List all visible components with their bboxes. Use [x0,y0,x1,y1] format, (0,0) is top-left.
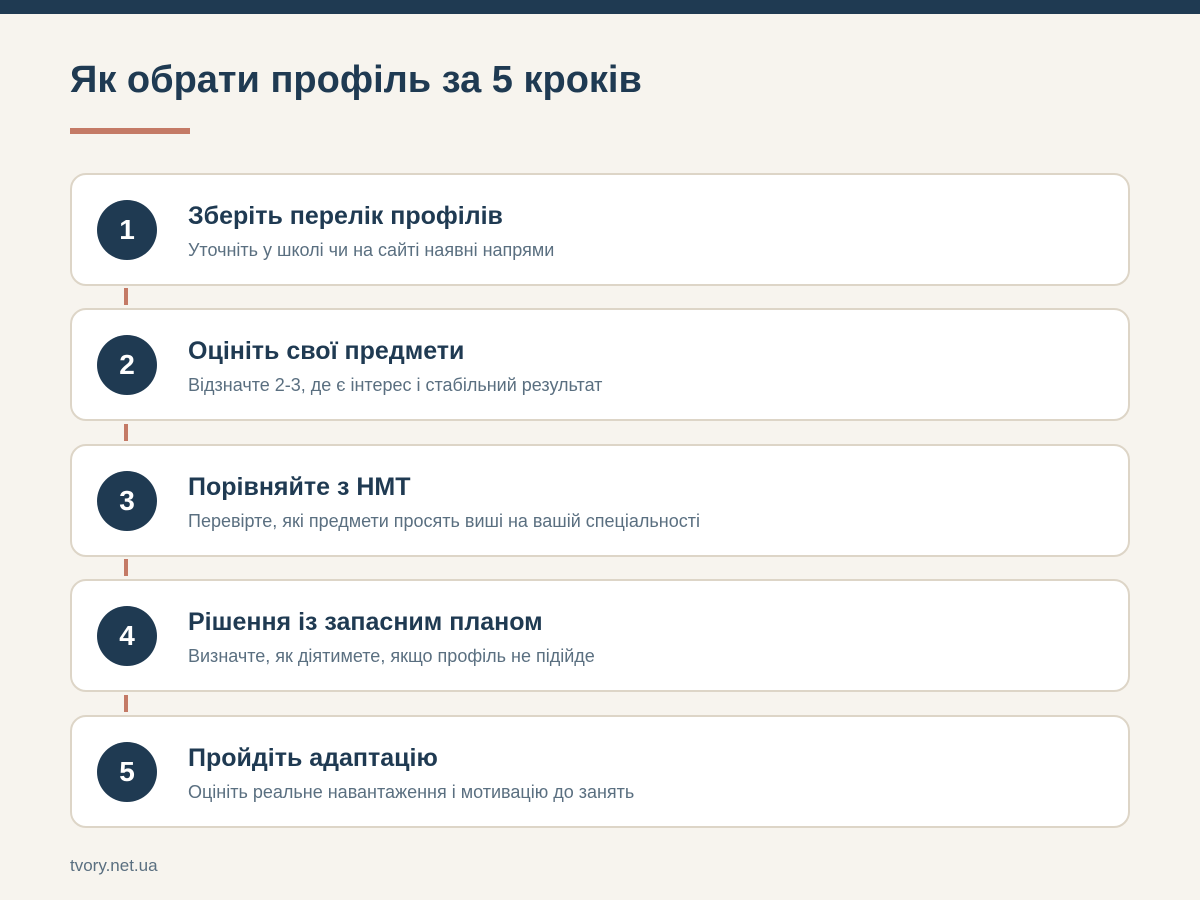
step-description: Перевірте, які предмети просять виші на … [188,511,700,531]
step-title: Рішення із запасним планом [188,608,543,636]
footer-site-name: tvory.net.ua [70,856,158,875]
step-card-1: 1 Зберіть перелік профілів Уточніть у шк… [70,173,1130,286]
title-underline [70,128,190,134]
step-card-5: 5 Пройдіть адаптацію Оцініть реальне нав… [70,715,1130,828]
step-number-badge: 4 [97,606,157,666]
step-card-2: 2 Оцініть свої предмети Відзначте 2-3, д… [70,308,1130,421]
header-bar [0,0,1200,14]
step-number-badge: 3 [97,471,157,531]
step-description: Визначте, як діятимете, якщо профіль не … [188,646,595,666]
step-title: Порівняйте з НМТ [188,473,411,501]
step-description: Уточніть у школі чи на сайті наявні напр… [188,240,555,260]
step-connector [124,288,128,305]
step-card-3: 3 Порівняйте з НМТ Перевірте, які предме… [70,444,1130,557]
step-card-4: 4 Рішення із запасним планом Визначте, я… [70,579,1130,692]
step-title: Зберіть перелік профілів [188,202,503,230]
step-connector [124,695,128,712]
step-description: Відзначте 2-3, де є інтерес і стабільний… [188,375,603,395]
page-title: Як обрати профіль за 5 кроків [70,59,642,101]
step-number-badge: 5 [97,742,157,802]
step-title: Пройдіть адаптацію [188,744,438,772]
step-number-badge: 2 [97,335,157,395]
step-connector [124,424,128,441]
step-number-badge: 1 [97,200,157,260]
step-connector [124,559,128,576]
step-title: Оцініть свої предмети [188,337,465,365]
step-description: Оцініть реальне навантаження і мотивацію… [188,782,635,802]
